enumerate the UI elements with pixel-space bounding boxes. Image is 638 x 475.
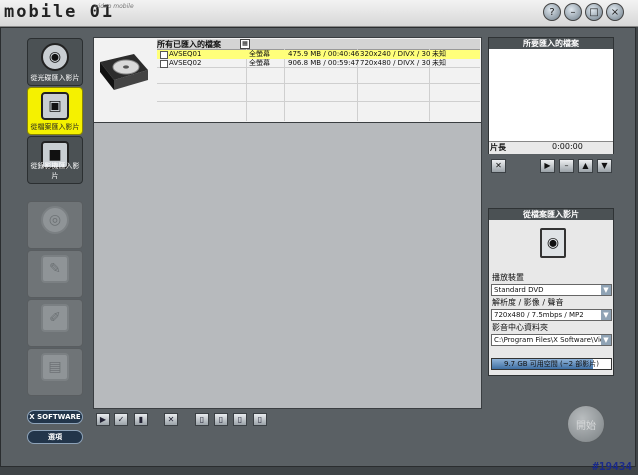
nav-label: 從光碟匯入影片: [30, 74, 80, 82]
doc1-icon: ▯: [199, 415, 205, 424]
preview-delete-button[interactable]: ✕: [491, 159, 506, 173]
file-status: 未知: [432, 50, 446, 58]
quality-label: 解析度 / 影像 / 聲音: [492, 298, 564, 307]
nav-disabled-2: ✎: [27, 250, 83, 298]
preview-play-button[interactable]: ▶: [540, 159, 555, 173]
quality-select[interactable]: 720x480 / 7.5mbps / MP2 ▼: [491, 309, 612, 321]
close-button[interactable]: ×: [606, 3, 624, 21]
nav-label: 從檔案匯入影片: [30, 123, 80, 131]
edit-icon: ✎: [41, 255, 69, 283]
file-name: AVSEQ02: [169, 59, 202, 67]
nav-import-file[interactable]: ▣ 從檔案匯入影片: [27, 87, 83, 135]
disk-space-text: 9.7 GB 可用空間 (~2 部影片): [503, 360, 600, 368]
dvd-case-icon: [100, 54, 148, 90]
close-icon: ×: [610, 6, 620, 18]
folder-label: 影音中心資料夾: [492, 323, 548, 332]
nav-label: 從錄影機匯入影片: [30, 162, 80, 180]
file-format: 320x240 / DIVX / 30: [360, 50, 431, 58]
restore-icon: □: [589, 6, 599, 18]
row-divider: [157, 83, 480, 84]
start-button[interactable]: 開始: [567, 405, 605, 443]
folder-select[interactable]: C:\Program Files\X Software\Video ▼: [491, 334, 612, 346]
minimize-icon: –: [570, 6, 576, 18]
preview-panel: [488, 37, 614, 154]
disc-import-icon: ◉: [41, 43, 69, 71]
film-icon: ▤: [41, 353, 69, 381]
doc-button-4[interactable]: ▯: [253, 413, 267, 426]
nav-import-disc[interactable]: ◉ 從光碟匯入影片: [27, 38, 83, 86]
disc-icon: ◎: [41, 206, 69, 234]
preview-minus-button[interactable]: –: [559, 159, 574, 173]
length-bar: [489, 141, 613, 154]
doc4-icon: ▯: [257, 415, 263, 424]
minus-icon: –: [564, 161, 569, 170]
nav-disabled-4: ▤: [27, 348, 83, 396]
device-value: Standard DVD: [494, 286, 544, 294]
play-icon: ▶: [544, 161, 551, 170]
file-mode: 全螢幕: [249, 59, 270, 67]
nav-disabled-3: ✐: [27, 299, 83, 347]
preview-title: 所要匯入的檔案: [489, 38, 613, 49]
file-size: 475.9 MB / 00:40:46: [288, 50, 360, 58]
minimize-button[interactable]: –: [564, 3, 582, 21]
list-header: 所有已匯入的檔案 ▦: [157, 39, 480, 50]
folder-value: C:\Program Files\X Software\Video: [494, 336, 612, 344]
bar-button[interactable]: ▮: [134, 413, 148, 426]
device-label: 播放裝置: [492, 273, 524, 282]
disk-space-bar: 9.7 GB 可用空間 (~2 部影片): [491, 358, 612, 370]
check-button[interactable]: ✓: [114, 413, 128, 426]
length-value: 0:00:00: [552, 142, 583, 151]
file-name: AVSEQ01: [169, 50, 202, 58]
write-icon: ✐: [41, 304, 69, 332]
row-checkbox[interactable]: [160, 51, 168, 59]
import-title: 從檔案匯入影片: [489, 209, 613, 220]
file-mode: 全螢幕: [249, 50, 270, 58]
chevron-down-icon: ▼: [601, 310, 611, 320]
device-select[interactable]: Standard DVD ▼: [491, 284, 612, 296]
doc-button-2[interactable]: ▯: [214, 413, 228, 426]
preview-up-button[interactable]: ▲: [578, 159, 593, 173]
help-button[interactable]: ?: [543, 3, 561, 21]
delete-icon: ✕: [495, 161, 502, 170]
list-header-title: 所有已匯入的檔案: [157, 40, 221, 49]
table-row[interactable]: AVSEQ01 全螢幕 475.9 MB / 00:40:46 320x240 …: [157, 50, 480, 59]
chevron-down-icon: ▼: [601, 335, 611, 345]
app-logo-tagline: video mobile: [95, 3, 134, 10]
file-import-icon: ▣: [41, 92, 69, 120]
row-checkbox[interactable]: [160, 60, 168, 68]
xsoftware-button[interactable]: X SOFTWARE: [27, 410, 83, 424]
delete-button[interactable]: ✕: [164, 413, 178, 426]
restore-button[interactable]: □: [585, 3, 603, 21]
bar-icon: ▮: [138, 415, 144, 424]
delete-icon: ✕: [167, 415, 175, 424]
nav-disabled-1: ◎: [27, 201, 83, 249]
doc-button-1[interactable]: ▯: [195, 413, 209, 426]
header-checkbox-icon[interactable]: ▦: [240, 39, 250, 49]
doc2-icon: ▯: [218, 415, 224, 424]
file-format: 720x480 / DIVX / 30: [360, 59, 431, 67]
nav-import-camcorder[interactable]: ■ 從錄影機匯入影片: [27, 136, 83, 184]
file-size: 906.8 MB / 00:59:47: [288, 59, 360, 67]
play-button[interactable]: ▶: [96, 413, 110, 426]
arrow-up-icon: ▲: [582, 161, 589, 170]
options-button[interactable]: 選項: [27, 430, 83, 444]
doc3-icon: ▯: [237, 415, 243, 424]
preview-down-button[interactable]: ▼: [597, 159, 612, 173]
check-icon: ✓: [117, 415, 125, 424]
help-icon: ?: [549, 6, 555, 18]
watermark: #19434: [592, 460, 632, 473]
chevron-down-icon: ▼: [601, 285, 611, 295]
quality-value: 720x480 / 7.5mbps / MP2: [494, 311, 584, 319]
play-icon: ▶: [99, 415, 107, 424]
row-divider: [157, 101, 480, 102]
doc-button-3[interactable]: ▯: [233, 413, 247, 426]
file-status: 未知: [432, 59, 446, 67]
table-row[interactable]: AVSEQ02 全螢幕 906.8 MB / 00:59:47 720x480 …: [157, 59, 480, 68]
arrow-down-icon: ▼: [601, 161, 608, 170]
file-import-icon: ◉: [540, 228, 566, 258]
length-label: 片長: [490, 143, 506, 152]
